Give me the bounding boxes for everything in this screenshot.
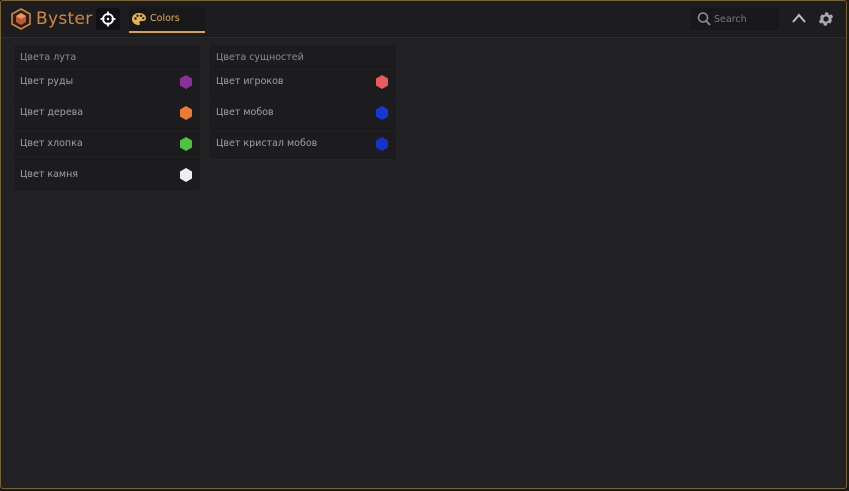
mobs-color-swatch[interactable] bbox=[374, 105, 390, 121]
search-input[interactable] bbox=[714, 11, 774, 27]
stone-color-swatch[interactable] bbox=[178, 167, 194, 183]
loot-colors-panel: Цвета лута Цвет руды Цвет дерева Цвет хл… bbox=[14, 45, 200, 190]
cotton-color-label: Цвет хлопка bbox=[20, 138, 83, 149]
app-title: Byster bbox=[36, 9, 93, 29]
list-item: Цвет хлопка bbox=[14, 128, 200, 160]
list-item: Цвет игроков bbox=[210, 66, 396, 98]
app-window: Byster Colors Search Цвета лута Цвет руд… bbox=[0, 0, 847, 489]
list-item: Цвет руды bbox=[14, 66, 200, 98]
entity-colors-title: Цвета сущностей bbox=[216, 52, 304, 63]
search-box[interactable] bbox=[691, 8, 779, 30]
players-color-swatch[interactable] bbox=[374, 74, 390, 90]
cotton-color-swatch[interactable] bbox=[178, 136, 194, 152]
loot-colors-title: Цвета лута bbox=[20, 52, 77, 63]
tab-colors[interactable]: Colors bbox=[129, 7, 205, 33]
list-item: Цвет кристал мобов bbox=[210, 128, 396, 160]
tab-colors-label: Colors bbox=[150, 13, 180, 24]
crystal-mobs-color-swatch[interactable] bbox=[374, 136, 390, 152]
wood-color-swatch[interactable] bbox=[178, 105, 194, 121]
chevron-up-icon[interactable] bbox=[791, 10, 807, 28]
ore-color-label: Цвет руды bbox=[20, 76, 74, 87]
players-color-label: Цвет игроков bbox=[216, 76, 284, 87]
list-item: Цвет камня bbox=[14, 159, 200, 191]
ore-color-swatch[interactable] bbox=[178, 74, 194, 90]
byster-logo-icon bbox=[11, 8, 31, 30]
palette-icon bbox=[132, 13, 146, 25]
gear-icon[interactable] bbox=[817, 10, 835, 28]
target-button[interactable] bbox=[96, 8, 120, 30]
crosshair-icon bbox=[100, 11, 116, 27]
list-item: Цвет мобов bbox=[210, 97, 396, 129]
entity-colors-panel: Цвета сущностей Цвет игроков Цвет мобов … bbox=[210, 45, 396, 159]
crystal-mobs-color-label: Цвет кристал мобов bbox=[216, 138, 318, 149]
stone-color-label: Цвет камня bbox=[20, 169, 79, 180]
list-item: Цвет дерева bbox=[14, 97, 200, 129]
top-bar: Byster Colors bbox=[1, 1, 846, 38]
search-icon bbox=[697, 12, 711, 26]
mobs-color-label: Цвет мобов bbox=[216, 107, 274, 118]
wood-color-label: Цвет дерева bbox=[20, 107, 84, 118]
